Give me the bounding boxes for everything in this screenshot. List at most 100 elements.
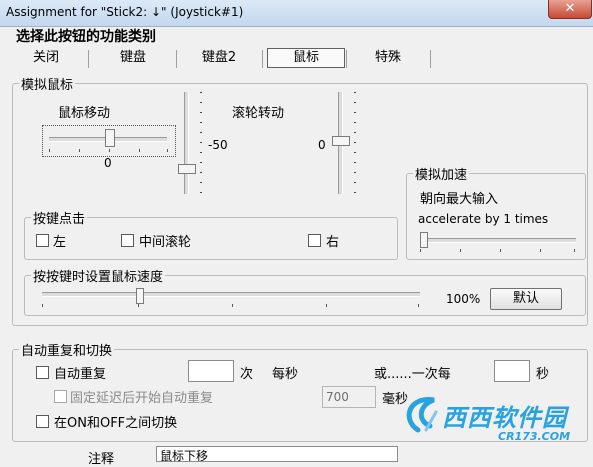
tick: [354, 182, 356, 183]
left-click-checkbox[interactable]: [36, 234, 49, 247]
speed-slider[interactable]: [38, 288, 424, 310]
auto-repeat-legend: 自动重复和切换: [21, 344, 113, 359]
middle-click-checkbox[interactable]: [121, 234, 134, 247]
vertical-value: -50: [208, 138, 228, 152]
tick: [540, 249, 541, 252]
tick: [139, 149, 140, 152]
note-input[interactable]: 鼠标下移: [156, 446, 398, 462]
per-second-label: 每秒: [272, 367, 299, 382]
tick: [354, 152, 356, 153]
slider-track: [184, 92, 189, 194]
tick: [200, 102, 202, 103]
note-label: 注释: [88, 452, 115, 467]
tick: [326, 304, 327, 307]
delayed-start-checkbox[interactable]: [54, 390, 67, 403]
close-button[interactable]: ✕: [548, 0, 592, 19]
tick: [574, 249, 575, 252]
page-title: 选择此按钮的功能类别: [16, 29, 156, 45]
click-group: 按键点击: [24, 208, 398, 260]
tab-divider: [346, 50, 347, 68]
tick: [354, 192, 356, 193]
or-once-per-label: 或......一次每: [374, 367, 451, 382]
tick: [200, 182, 202, 183]
tick: [79, 149, 80, 152]
toggle-label: 在ON和OFF之间切换: [54, 416, 178, 431]
seconds-input[interactable]: [494, 360, 530, 382]
tick: [200, 112, 202, 113]
slider-thumb[interactable]: [420, 232, 428, 248]
tab-mouse[interactable]: 鼠标: [267, 48, 345, 68]
tab-off[interactable]: 关闭: [28, 48, 64, 68]
slider-thumb[interactable]: [178, 164, 196, 174]
note-value: 鼠标下移: [160, 449, 209, 462]
tick: [354, 112, 356, 113]
tick: [420, 249, 421, 252]
vertical-slider[interactable]: [178, 88, 204, 198]
tick: [200, 92, 202, 93]
repeat-count-input[interactable]: [188, 360, 234, 382]
mouse-move-slider[interactable]: [42, 125, 176, 157]
default-button[interactable]: 默认: [490, 288, 562, 310]
tick: [460, 249, 461, 252]
accel-slider[interactable]: [416, 232, 580, 254]
right-click-checkbox[interactable]: [308, 234, 321, 247]
speed-value: 100%: [446, 292, 481, 306]
tick: [500, 249, 501, 252]
times-unit: 次: [240, 367, 254, 382]
wheel-slider[interactable]: [332, 88, 358, 198]
right-click-label: 右: [326, 235, 340, 250]
left-click-label: 左: [53, 235, 67, 250]
tick: [200, 152, 202, 153]
tick: [200, 142, 202, 143]
tab-keyboard[interactable]: 键盘: [110, 48, 156, 68]
tab-divider: [88, 50, 89, 68]
auto-repeat-checkbox[interactable]: [36, 366, 49, 379]
tick: [200, 132, 202, 133]
toggle-checkbox[interactable]: [36, 415, 49, 428]
tick: [49, 149, 50, 152]
delay-ms-value: 700: [326, 390, 349, 404]
accel-label: 朝向最大输入: [420, 192, 499, 207]
wheel-label: 滚轮转动: [232, 106, 285, 121]
tick: [42, 304, 43, 307]
seconds-unit: 秒: [536, 367, 550, 382]
middle-click-label: 中间滚轮: [139, 235, 192, 250]
tab-special[interactable]: 特殊: [368, 48, 408, 68]
tick: [354, 172, 356, 173]
delay-ms-input[interactable]: 700: [322, 386, 376, 408]
watermark-logo: 西西软件园 CR173.COM: [400, 390, 590, 450]
tick: [232, 304, 233, 307]
tick: [138, 304, 139, 307]
delayed-start-label: 固定延迟后开始自动重复: [70, 391, 214, 406]
close-icon: ✕: [564, 1, 576, 16]
tab-keyboard2[interactable]: 键盘2: [194, 48, 244, 68]
accel-text: accelerate by 1 times: [418, 212, 549, 226]
mouse-move-label: 鼠标移动: [58, 106, 111, 121]
auto-repeat-label: 自动重复: [54, 367, 107, 382]
tick: [354, 162, 356, 163]
tab-divider: [262, 50, 263, 68]
tick: [109, 149, 110, 152]
slider-track: [420, 238, 576, 243]
slider-track: [42, 292, 420, 297]
slider-thumb[interactable]: [136, 288, 144, 304]
accel-legend: 模拟加速: [415, 168, 468, 183]
tick: [354, 102, 356, 103]
tick: [418, 304, 419, 307]
tick: [200, 172, 202, 173]
tick: [200, 162, 202, 163]
slider-thumb[interactable]: [105, 129, 115, 147]
watermark-url: CR173.COM: [498, 430, 571, 443]
tick: [167, 149, 168, 152]
watermark-text: 西西软件园: [442, 404, 567, 432]
click-legend: 按键点击: [33, 212, 86, 227]
tab-divider: [176, 50, 177, 68]
tick: [354, 92, 356, 93]
mouse-sim-legend: 模拟鼠标: [21, 78, 74, 93]
tick: [354, 132, 356, 133]
tick: [200, 192, 202, 193]
slider-thumb[interactable]: [332, 136, 350, 146]
window-title: Assignment for "Stick2: ↓" (Joystick#1): [6, 5, 244, 19]
mouse-move-value: 0: [104, 156, 112, 170]
tick: [200, 122, 202, 123]
